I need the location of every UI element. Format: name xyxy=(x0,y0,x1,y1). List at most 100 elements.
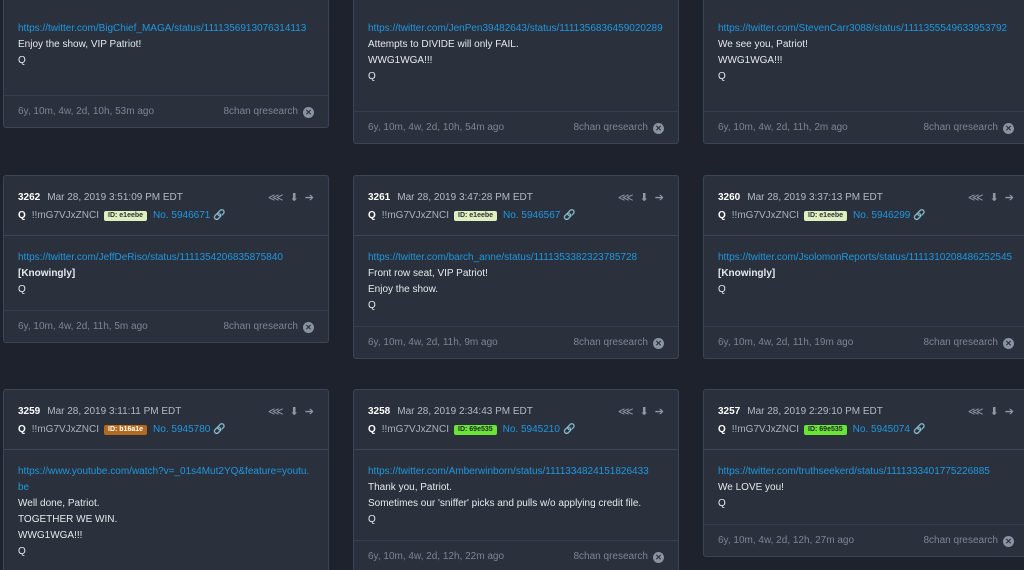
author-name: Q xyxy=(718,210,726,221)
post-line: We LOVE you! xyxy=(718,482,784,493)
user-id-badge: ID: 69e535 xyxy=(454,425,497,435)
author-name: Q xyxy=(18,210,26,221)
arrow-right-icon[interactable]: ➔ xyxy=(1005,192,1014,204)
post-footer: 6y, 10m, 4w, 2d, 12h, 27m ago 8chan qres… xyxy=(704,524,1024,556)
post-number-link[interactable]: No. 5946567 🔗 xyxy=(503,210,576,221)
share-icon[interactable]: ⋘ xyxy=(268,406,284,418)
post-card: https://twitter.com/BigChief_MAGA/status… xyxy=(3,0,329,128)
tripcode: !!mG7VJxZNCI xyxy=(381,210,450,221)
post-number: 3257 xyxy=(718,406,741,417)
tripcode: !!mG7VJxZNCI xyxy=(731,424,800,435)
post-footer: 6y, 10m, 4w, 2d, 10h, 54m ago 8chan qres… xyxy=(354,111,678,143)
post-card: 3260 Mar 28, 2019 3:37:13 PM EDT ⋘ ⬇ ➔ Q !!m… xyxy=(703,175,1024,359)
post-line: Q xyxy=(18,55,26,66)
time-ago: 6y, 10m, 4w, 2d, 11h, 19m ago xyxy=(718,337,854,348)
arrow-right-icon[interactable]: ➔ xyxy=(305,406,314,418)
arrow-right-icon[interactable]: ➔ xyxy=(1005,406,1014,418)
post-header: 3257 Mar 28, 2019 2:29:10 PM EDT ⋘ ⬇ ➔ Q !!m… xyxy=(704,390,1024,450)
post-link[interactable]: https://twitter.com/StevenCarr3088/statu… xyxy=(718,21,1014,37)
post-line: [Knowingly] xyxy=(718,268,776,279)
arrow-right-icon[interactable]: ➔ xyxy=(305,192,314,204)
post-card: https://twitter.com/JenPen39482643/statu… xyxy=(353,0,679,144)
post-line: Sometimes our 'sniffer' picks and pulls … xyxy=(368,498,642,509)
post-number-link[interactable]: No. 5946299 🔗 xyxy=(853,210,926,221)
post-number-link[interactable]: No. 5945210 🔗 xyxy=(503,424,576,435)
arrow-right-icon[interactable]: ➔ xyxy=(655,406,664,418)
post-link[interactable]: https://www.youtube.com/watch?v=_01s4Mut… xyxy=(18,464,314,496)
download-icon[interactable]: ⬇ xyxy=(290,406,299,418)
post-body: https://twitter.com/BigChief_MAGA/status… xyxy=(4,0,328,69)
share-icon[interactable]: ⋘ xyxy=(968,192,984,204)
post-line: Enjoy the show, VIP Patriot! xyxy=(18,39,142,50)
post-line: WWG1WGA!!! xyxy=(18,530,83,541)
close-icon[interactable]: ✕ xyxy=(1003,338,1014,349)
post-line: Q xyxy=(718,498,726,509)
time-ago: 6y, 10m, 4w, 2d, 10h, 53m ago xyxy=(18,106,155,117)
post-footer: 6y, 10m, 4w, 2d, 11h, 5m ago 8chan qrese… xyxy=(4,310,328,342)
link-icon: 🔗 xyxy=(912,424,926,435)
author-name: Q xyxy=(718,424,726,435)
download-icon[interactable]: ⬇ xyxy=(990,406,999,418)
source-label: 8chan qresearch xyxy=(573,551,649,562)
post-footer: 6y, 10m, 4w, 2d, 12h, 22m ago 8chan qres… xyxy=(354,540,678,570)
close-icon[interactable]: ✕ xyxy=(1003,123,1014,134)
author-name: Q xyxy=(18,424,26,435)
author-name: Q xyxy=(368,210,376,221)
post-card: 3258 Mar 28, 2019 2:34:43 PM EDT ⋘ ⬇ ➔ Q !!m… xyxy=(353,389,679,570)
post-number: 3258 xyxy=(368,406,391,417)
arrow-right-icon[interactable]: ➔ xyxy=(655,192,664,204)
post-number: 3259 xyxy=(18,406,41,417)
post-header: 3258 Mar 28, 2019 2:34:43 PM EDT ⋘ ⬇ ➔ Q !!m… xyxy=(354,390,678,450)
share-icon[interactable]: ⋘ xyxy=(268,192,284,204)
post-line: We see you, Patriot! xyxy=(718,39,808,50)
post-link[interactable]: https://twitter.com/barch_anne/status/11… xyxy=(368,250,664,266)
close-icon[interactable]: ✕ xyxy=(303,322,314,333)
post-date: Mar 28, 2019 3:11:11 PM EDT xyxy=(47,406,182,417)
source-label: 8chan qresearch xyxy=(923,337,999,348)
post-number-link[interactable]: No. 5945780 🔗 xyxy=(153,424,226,435)
post-line: Q xyxy=(18,284,26,295)
share-icon[interactable]: ⋘ xyxy=(968,406,984,418)
post-line: Q xyxy=(18,546,26,557)
post-link[interactable]: https://twitter.com/JsolomonReports/stat… xyxy=(718,250,1014,266)
post-header: 3261 Mar 28, 2019 3:47:28 PM EDT ⋘ ⬇ ➔ Q !!m… xyxy=(354,176,678,236)
time-ago: 6y, 10m, 4w, 2d, 12h, 22m ago xyxy=(368,551,505,562)
post-header: 3262 Mar 28, 2019 3:51:09 PM EDT ⋘ ⬇ ➔ Q !!m… xyxy=(4,176,328,236)
post-card: https://twitter.com/StevenCarr3088/statu… xyxy=(703,0,1024,144)
download-icon[interactable]: ⬇ xyxy=(990,192,999,204)
post-link[interactable]: https://twitter.com/JeffDeRiso/status/11… xyxy=(18,250,314,266)
post-footer: 6y, 10m, 4w, 2d, 11h, 2m ago 8chan qrese… xyxy=(704,111,1024,143)
post-link[interactable]: https://twitter.com/JenPen39482643/statu… xyxy=(368,21,664,37)
post-line: Q xyxy=(718,284,726,295)
post-header: 3259 Mar 28, 2019 3:11:11 PM EDT ⋘ ⬇ ➔ Q !!m… xyxy=(4,390,328,450)
post-line: Enjoy the show. xyxy=(368,284,439,295)
post-number-link[interactable]: No. 5945074 🔗 xyxy=(853,424,926,435)
post-line: WWG1WGA!!! xyxy=(718,55,783,66)
close-icon[interactable]: ✕ xyxy=(303,107,314,118)
close-icon[interactable]: ✕ xyxy=(1003,536,1014,547)
post-body: https://twitter.com/truthseekerd/status/… xyxy=(704,450,1024,512)
post-date: Mar 28, 2019 3:51:09 PM EDT xyxy=(47,192,183,203)
post-number: 3262 xyxy=(18,192,41,203)
post-card: 3259 Mar 28, 2019 3:11:11 PM EDT ⋘ ⬇ ➔ Q !!m… xyxy=(3,389,329,570)
share-icon[interactable]: ⋘ xyxy=(618,406,634,418)
close-icon[interactable]: ✕ xyxy=(653,123,664,134)
time-ago: 6y, 10m, 4w, 2d, 12h, 27m ago xyxy=(718,535,855,546)
post-link[interactable]: https://twitter.com/Amberwinborn/status/… xyxy=(368,464,664,480)
source-label: 8chan qresearch xyxy=(923,122,999,133)
link-icon: 🔗 xyxy=(213,210,226,221)
close-icon[interactable]: ✕ xyxy=(653,552,664,563)
post-line: TOGETHER WE WIN. xyxy=(18,514,118,525)
post-number-link[interactable]: No. 5946671 🔗 xyxy=(153,210,226,221)
download-icon[interactable]: ⬇ xyxy=(290,192,299,204)
close-icon[interactable]: ✕ xyxy=(653,338,664,349)
post-line: Front row seat, VIP Patriot! xyxy=(368,268,488,279)
post-link[interactable]: https://twitter.com/truthseekerd/status/… xyxy=(718,464,1014,480)
post-line: Q xyxy=(718,71,726,82)
download-icon[interactable]: ⬇ xyxy=(640,406,649,418)
download-icon[interactable]: ⬇ xyxy=(640,192,649,204)
post-line: Attempts to DIVIDE will only FAIL. xyxy=(368,39,519,50)
share-icon[interactable]: ⋘ xyxy=(618,192,634,204)
post-link[interactable]: https://twitter.com/BigChief_MAGA/status… xyxy=(18,21,314,37)
time-ago: 6y, 10m, 4w, 2d, 11h, 5m ago xyxy=(18,321,148,332)
